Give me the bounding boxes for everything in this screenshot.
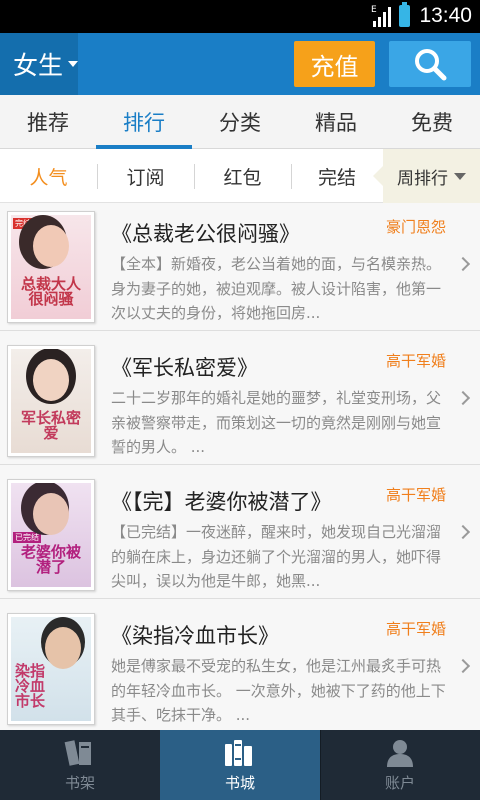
search-button[interactable] (389, 41, 471, 87)
book-cover: 已完结 老婆你被潜了 (7, 479, 95, 591)
status-time: 13:40 (419, 4, 472, 27)
rank-period-label: 周排行 (397, 168, 448, 189)
cover-art: 染指冷血市长 (11, 617, 91, 721)
nav-label: 书城 (224, 773, 255, 792)
cover-tag: 完结 (13, 218, 33, 229)
book-cover: 军长私密爱 (7, 345, 95, 457)
nav-label: 书架 (64, 773, 95, 792)
tab-ranking[interactable]: 排行 (96, 95, 192, 149)
filter-red-packet[interactable]: 红包 (194, 149, 291, 203)
book-genre: 高干军婚 (385, 352, 446, 370)
tab-recommend[interactable]: 推荐 (0, 95, 96, 148)
cover-title: 军长私密爱 (20, 409, 81, 442)
book-description: 【已完结】一夜迷醉，醒来时，她发现自己光溜溜的躺在床上，身边还躺了个光溜溜的男人… (111, 523, 442, 590)
cover-title: 总裁大人很闷骚 (20, 275, 81, 308)
book-cover: 染指冷血市长 (7, 613, 95, 725)
chevron-right-icon (455, 524, 471, 540)
nav-label: 账户 (384, 773, 415, 792)
battery-icon (399, 2, 410, 27)
tab-category[interactable]: 分类 (192, 95, 288, 148)
account-icon (387, 739, 413, 767)
cover-title: 老婆你被潜了 (20, 543, 81, 576)
cover-portrait (45, 627, 81, 669)
book-title: 《染指冷血市长》 (111, 624, 279, 648)
gender-selector[interactable]: 女生 (0, 33, 78, 95)
book-title: 《【完】老婆你被潜了》 (111, 490, 332, 514)
book-list-item[interactable]: 已完结 老婆你被潜了 《【完】老婆你被潜了》 高干军婚 【已完结】一夜迷醉，醒来… (0, 471, 480, 599)
book-genre: 高干军婚 (385, 486, 446, 504)
gender-selector-label: 女生 (13, 51, 64, 80)
filter-popularity[interactable]: 人气 (0, 149, 97, 203)
rank-period-dropdown[interactable]: 周排行 (373, 149, 480, 203)
ranking-filter-bar: 人气 订阅 红包 完结 周排行 (0, 149, 480, 203)
cover-portrait (33, 493, 69, 535)
bottom-nav: 书架 书城 账户 (0, 730, 480, 800)
book-cover: 完结 总裁大人很闷骚 (7, 211, 95, 323)
app-header: 女生 充值 (0, 33, 480, 95)
caret-down-icon (68, 61, 78, 67)
book-list-item[interactable]: 染指冷血市长 《染指冷血市长》 高干军婚 她是傅家最不受宠的私生女，他是江州最炙… (0, 605, 480, 730)
cover-art: 军长私密爱 (11, 349, 91, 453)
book-description: 【全本】新婚夜，老公当着她的面，与名模亲热。身为妻子的她，被迫观摩。被人设计陷害… (111, 255, 442, 322)
book-list-item[interactable]: 军长私密爱 《军长私密爱》 高干军婚 二十二岁那年的婚礼是她的噩梦，礼堂变刑场，… (0, 337, 480, 465)
triangle-down-icon (454, 172, 466, 180)
cover-art: 已完结 老婆你被潜了 (11, 483, 91, 587)
book-description: 二十二岁那年的婚礼是她的噩梦，礼堂变刑场，父亲被警察带走，而策划这一切的竟然是刚… (111, 389, 442, 456)
book-genre: 高干军婚 (385, 620, 446, 638)
book-title: 《军长私密爱》 (111, 356, 258, 380)
cover-portrait (33, 359, 69, 401)
bookstore-icon (225, 739, 252, 766)
chevron-right-icon (455, 390, 471, 406)
cover-title: 染指冷血市长 (15, 662, 46, 710)
cover-art: 完结 总裁大人很闷骚 (11, 215, 91, 319)
main-tab-bar: 推荐 排行 分类 精品 免费 (0, 95, 480, 149)
chevron-right-icon (455, 256, 471, 272)
filter-subscription[interactable]: 订阅 (97, 149, 194, 203)
filter-completed[interactable]: 完结 (291, 149, 383, 203)
nav-bookshelf[interactable]: 书架 (0, 730, 160, 800)
nav-bookstore[interactable]: 书城 (160, 730, 320, 800)
book-title: 《总裁老公很闷骚》 (111, 222, 300, 246)
network-type-label: E (371, 5, 377, 15)
cover-portrait (33, 225, 69, 267)
cover-tag: 已完结 (13, 532, 41, 543)
book-list: 完结 总裁大人很闷骚 《总裁老公很闷骚》 豪门恩怨 【全本】新婚夜，老公当着她的… (0, 203, 480, 730)
search-icon (415, 49, 447, 81)
recharge-button[interactable]: 充值 (294, 41, 375, 87)
tab-free[interactable]: 免费 (384, 95, 480, 148)
book-list-item[interactable]: 完结 总裁大人很闷骚 《总裁老公很闷骚》 豪门恩怨 【全本】新婚夜，老公当着她的… (0, 203, 480, 331)
signal-icon: E (371, 5, 391, 27)
status-bar: E 13:40 (0, 0, 480, 33)
bookshelf-icon (64, 739, 91, 766)
book-description: 她是傅家最不受宠的私生女，他是江州最炙手可热的年轻冷血市长。 一次意外，她被下了… (111, 657, 446, 724)
status-icons: E (371, 2, 410, 27)
nav-account[interactable]: 账户 (320, 730, 480, 800)
chevron-right-icon (455, 658, 471, 674)
tab-premium[interactable]: 精品 (288, 95, 384, 148)
book-genre: 豪门恩怨 (385, 218, 446, 236)
